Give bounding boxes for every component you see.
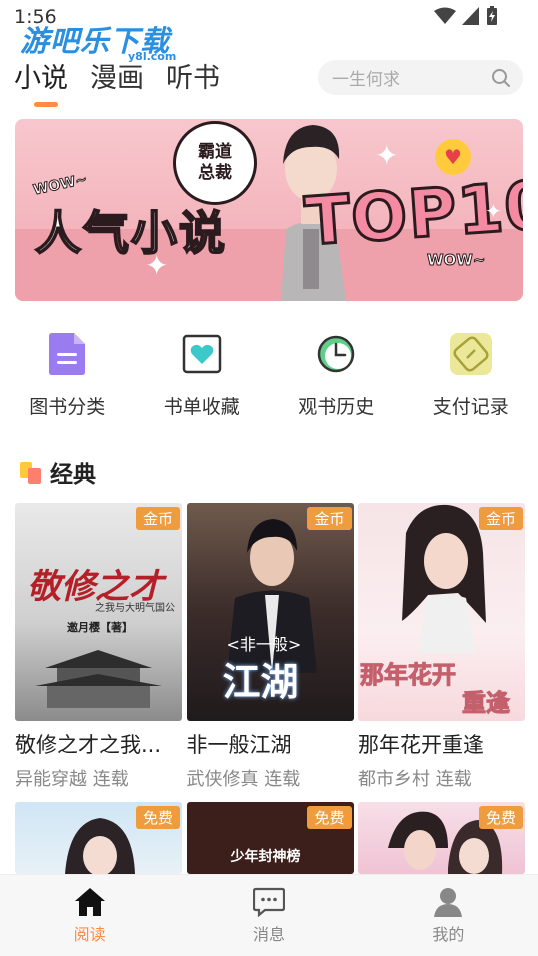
category-tabs: 小说 漫画 听书 (14, 56, 220, 107)
user-icon (434, 888, 463, 917)
book-cover-image: 少年封神榜 免费 (186, 802, 354, 874)
quick-payment-records[interactable]: 支付记录 (404, 330, 538, 419)
nav-messages-label: 消息 (252, 925, 285, 944)
book-card[interactable]: 少年封神榜 免费 (186, 802, 354, 874)
book-title: 非一般江湖 (186, 733, 292, 757)
book-cover-image: 免费 (15, 802, 182, 874)
price-badge: 免费 (135, 806, 180, 829)
status-icons (434, 6, 498, 26)
search-input[interactable]: 一生何求 (318, 60, 523, 95)
nav-read-label: 阅读 (73, 925, 106, 944)
quick-book-categories[interactable]: 图书分类 (0, 330, 135, 419)
book-grid-row-2: 免费 少年封神榜 免费 免费 (15, 802, 525, 874)
quick-reading-history[interactable]: 观书历史 (269, 330, 404, 419)
signal-icon (462, 7, 479, 25)
cover-title-text: 少年封神榜 (230, 849, 301, 865)
document-icon (43, 330, 91, 378)
section-header-classic: 经典 (20, 455, 96, 489)
nav-messages[interactable]: 消息 (179, 875, 358, 956)
promo-banner[interactable]: 霸道 总裁 WOW~ 人气小说 TOP10 WOW~ ♥ ✦ ✦ ✦ (15, 119, 523, 301)
quick-book-categories-label: 图书分类 (29, 396, 106, 418)
banner-speech-bubble: 霸道 总裁 (173, 121, 257, 205)
quick-payment-records-label: 支付记录 (432, 396, 509, 418)
book-card[interactable]: 免费 (358, 802, 525, 874)
book-meta: 武侠修真 连载 (186, 769, 301, 790)
quick-booklist-favorites-label: 书单收藏 (163, 396, 240, 418)
book-card[interactable]: <非一般> 江湖 金币 非一般江湖 武侠修真 连载 (186, 503, 354, 791)
price-badge: 免费 (307, 806, 352, 829)
tab-audiobook-label: 听书 (166, 63, 220, 94)
tab-novel[interactable]: 小说 (14, 56, 68, 107)
book-meta: 异能穿越 连载 (15, 769, 129, 790)
sparkle-icon: ✦ (145, 249, 169, 282)
bubble-line-1: 霸道 (198, 141, 232, 162)
cover-temple-image (35, 650, 162, 708)
book-card[interactable]: 敬修之才 之我与大明气国公 邀月樱【著】 金币 敬修之才之我... 异能穿越 连… (15, 503, 182, 791)
book-cover-image: 免费 (358, 802, 525, 874)
ticket-icon (447, 330, 495, 378)
book-cover-image: <非一般> 江湖 金币 (186, 503, 354, 721)
sparkle-icon: ✦ (375, 139, 399, 172)
tab-audiobook[interactable]: 听书 (166, 56, 220, 107)
quick-reading-history-label: 观书历史 (298, 396, 375, 418)
home-icon (74, 888, 105, 916)
clock-icon (312, 330, 360, 378)
nav-profile[interactable]: 我的 (359, 875, 538, 956)
book-cover-image: 那年花开 重逢 金币 (358, 503, 525, 721)
section-title: 经典 (50, 462, 96, 488)
banner-wow-left: WOW~ (31, 171, 89, 199)
cover-title-text: 那年花开 (360, 661, 457, 690)
wifi-icon (434, 7, 456, 24)
sparkle-icon: ✦ (485, 199, 502, 223)
book-card[interactable]: 那年花开 重逢 金币 那年花开重逢 都市乡村 连载 (358, 503, 525, 791)
battery-icon (487, 6, 497, 25)
banner-headline: 人气小说 (34, 205, 227, 261)
heart-eyes-emoji-icon: ♥ (435, 139, 471, 175)
cover-character-image (65, 818, 135, 874)
price-badge: 金币 (135, 507, 180, 530)
tab-comic-label: 漫画 (90, 63, 144, 94)
book-title: 那年花开重逢 (358, 733, 484, 757)
nav-read[interactable]: 阅读 (0, 875, 179, 956)
price-badge: 免费 (478, 806, 523, 829)
book-card[interactable]: 免费 (15, 802, 182, 874)
tab-active-indicator (34, 102, 58, 107)
banner-wow-right: WOW~ (426, 251, 486, 270)
cover-author-text: 邀月樱【著】 (67, 621, 133, 634)
bottom-navigation: 阅读 消息 我的 (0, 874, 538, 956)
quick-actions: 图书分类 书单收藏 观书历史 支付记录 (0, 330, 538, 419)
search-icon[interactable] (491, 68, 511, 88)
quick-booklist-favorites[interactable]: 书单收藏 (135, 330, 270, 419)
heart-box-icon (178, 330, 226, 378)
nav-profile-label: 我的 (432, 925, 465, 944)
cover-subtitle-text: 重逢 (462, 689, 511, 718)
message-icon (252, 887, 285, 917)
section-marker-icon (20, 462, 41, 484)
cover-subtitle-text: 之我与大明气国公 (95, 603, 175, 614)
book-grid: 敬修之才 之我与大明气国公 邀月樱【著】 金币 敬修之才之我... 异能穿越 连… (15, 503, 525, 791)
price-badge: 金币 (478, 507, 523, 530)
tab-comic[interactable]: 漫画 (90, 56, 144, 107)
search-placeholder: 一生何求 (332, 70, 400, 90)
price-badge: 金币 (307, 507, 352, 530)
tab-novel-label: 小说 (14, 63, 68, 94)
book-cover-image: 敬修之才 之我与大明气国公 邀月樱【著】 金币 (15, 503, 182, 721)
book-title: 敬修之才之我... (15, 733, 162, 757)
book-meta: 都市乡村 连载 (358, 769, 472, 790)
cover-title-text: 江湖 (222, 660, 299, 704)
bubble-line-2: 总裁 (198, 163, 232, 183)
